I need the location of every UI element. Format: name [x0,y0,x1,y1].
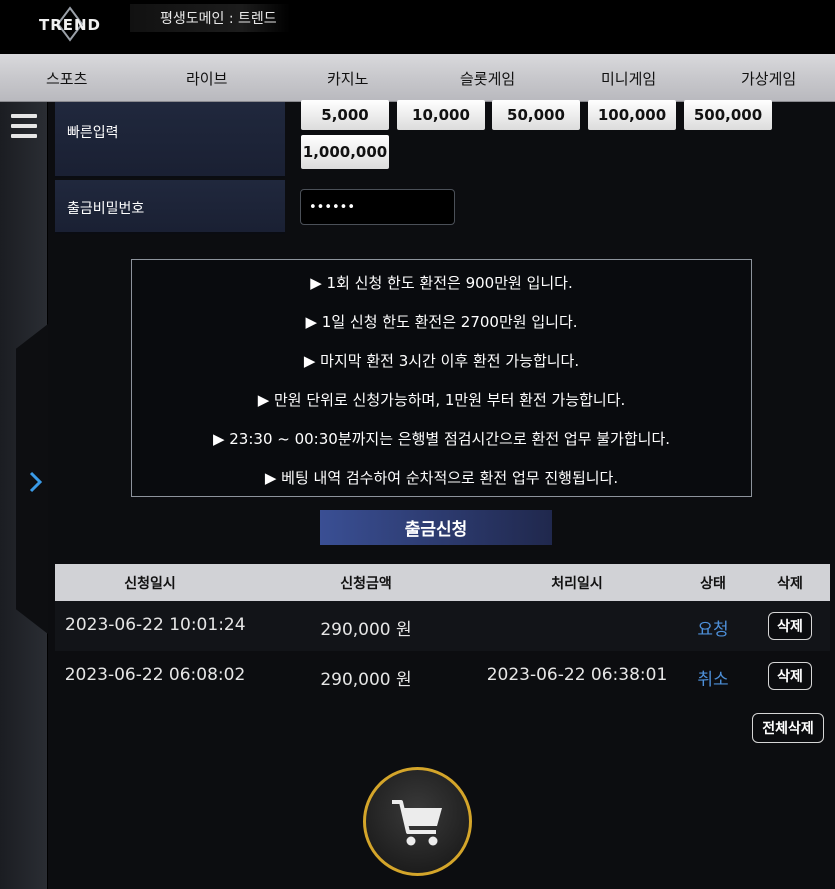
amount-button-500000[interactable]: 500,000 [684,100,772,130]
amount-button-1000000[interactable]: 1,000,000 [301,135,389,169]
nav-sports[interactable]: 스포츠 [46,68,87,89]
notice-line: ▶ 1회 신청 한도 환전은 900만원 입니다. [310,274,573,292]
quick-input-label: 빠른입력 [55,102,285,178]
delete-button[interactable]: 삭제 [768,662,812,690]
amount-button-50000[interactable]: 50,000 [492,100,580,130]
domain-notice: 평생도메인 : 트렌드 [130,4,290,32]
delete-all-button[interactable]: 전체삭제 [752,713,824,743]
withdraw-password-input[interactable]: •••••• [300,189,455,225]
top-bar: TREND 평생도메인 : 트렌드 [0,0,835,54]
nav-casino[interactable]: 카지노 [327,68,368,89]
notice-line: ▶ 만원 단위로 신청가능하며, 1만원 부터 환전 가능합니다. [257,391,626,409]
status-badge: 요청 [697,620,729,640]
notice-line: ▶ 1일 신청 한도 환전은 2700만원 입니다. [305,313,578,331]
left-sidebar [0,102,48,889]
delete-button[interactable]: 삭제 [768,612,812,640]
nav-slot[interactable]: 슬롯게임 [460,68,515,89]
table-row: 2023-06-22 10:01:24 290,000 원 요청 삭제 [55,601,830,651]
processed-cell: 2023-06-22 06:38:01 [486,665,668,685]
withdraw-password-label: 출금비밀번호 [55,180,285,234]
amount-cell: 290,000 원 [320,670,412,690]
cart-icon [391,799,442,845]
trend-logo[interactable]: TREND [30,6,110,46]
main-nav: 스포츠 라이브 카지노 슬롯게임 미니게임 가상게임 [0,54,835,102]
table-row: 2023-06-22 06:08:02 290,000 원 2023-06-22… [55,651,830,701]
nav-virtual[interactable]: 가상게임 [741,68,796,89]
table-header: 신청일시 신청금액 처리일시 상태 삭제 [55,564,830,601]
amount-cell: 290,000 원 [320,620,412,640]
status-badge: 취소 [697,670,729,690]
requested-cell: 2023-06-22 10:01:24 [65,615,246,635]
amount-button-10000[interactable]: 10,000 [397,100,485,130]
withdraw-request-button[interactable]: 출금신청 [320,510,552,545]
notice-line: ▶ 베팅 내역 검수하여 순차적으로 환전 업무 진행됩니다. [264,469,619,487]
hamburger-icon[interactable] [11,114,37,138]
col-status: 상태 [700,576,726,592]
chevron-right-icon[interactable] [28,470,44,494]
col-amount: 신청금액 [340,576,392,592]
notice-box: ▶ 1회 신청 한도 환전은 900만원 입니다. ▶ 1일 신청 한도 환전은… [131,259,752,497]
svg-text:TREND: TREND [39,16,101,34]
nav-live[interactable]: 라이브 [186,68,227,89]
requested-cell: 2023-06-22 06:08:02 [64,665,246,685]
amount-button-5000[interactable]: 5,000 [301,100,389,130]
col-delete: 삭제 [777,576,803,592]
amount-button-100000[interactable]: 100,000 [588,100,676,130]
nav-mini[interactable]: 미니게임 [601,68,656,89]
notice-line: ▶ 23:30 ~ 00:30분까지는 은행별 점검시간으로 환전 업무 불가합… [212,430,671,448]
cart-button[interactable] [363,767,472,876]
col-processed: 처리일시 [551,576,603,592]
col-requested: 신청일시 [124,576,176,592]
notice-line: ▶ 마지막 환전 3시간 이후 환전 가능합니다. [303,352,580,370]
